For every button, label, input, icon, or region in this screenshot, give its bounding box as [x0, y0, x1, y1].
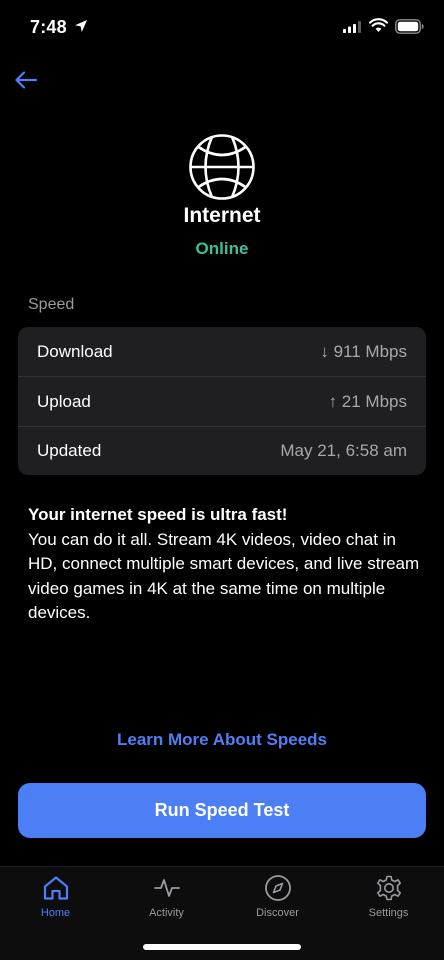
tab-label: Activity	[149, 907, 184, 919]
wifi-icon	[369, 18, 388, 32]
upload-value: ↑ 21 Mbps	[328, 391, 407, 411]
learn-more-link[interactable]: Learn More About Speeds	[0, 730, 444, 750]
upload-row: Upload ↑ 21 Mbps	[18, 377, 426, 427]
speed-message: Your internet speed is ultra fast! You c…	[28, 503, 420, 626]
tab-discover[interactable]: Discover	[222, 867, 333, 927]
cellular-signal-icon	[343, 21, 361, 33]
download-row: Download ↓ 911 Mbps	[18, 327, 426, 377]
tab-activity[interactable]: Activity	[111, 867, 222, 927]
page-title: Internet	[183, 204, 261, 227]
home-icon	[43, 876, 68, 900]
location-arrow-icon	[75, 20, 87, 32]
tab-home[interactable]: Home	[0, 867, 111, 927]
message-heading: Your internet speed is ultra fast!	[28, 505, 288, 524]
tab-settings[interactable]: Settings	[333, 867, 444, 927]
tab-label: Home	[40, 907, 71, 919]
speed-section-label: Speed	[28, 296, 75, 313]
activity-icon	[153, 879, 180, 897]
tab-label: Discover	[256, 907, 299, 919]
row-label: Updated	[37, 441, 102, 460]
row-label: Download	[37, 341, 113, 361]
run-speed-test-button[interactable]: Run Speed Test	[18, 783, 426, 838]
tab-label: Settings	[368, 907, 409, 919]
compass-icon	[264, 875, 291, 901]
battery-icon	[395, 19, 424, 34]
speed-card: Download ↓ 911 Mbps Upload ↑ 21 Mbps Upd…	[18, 327, 426, 475]
status-time: 7:48	[30, 17, 67, 37]
status-bar: 7:48	[0, 0, 444, 56]
globe-icon	[189, 134, 255, 200]
updated-value: May 21, 6:58 am	[280, 441, 407, 460]
gear-icon	[376, 875, 401, 901]
back-arrow-icon	[15, 71, 38, 89]
connection-status: Online	[195, 239, 249, 258]
home-indicator	[143, 944, 301, 950]
message-body: You can do it all. Stream 4K videos, vid…	[28, 529, 420, 623]
row-label: Upload	[37, 391, 91, 411]
back-button[interactable]	[12, 66, 40, 94]
updated-row: Updated May 21, 6:58 am	[18, 427, 426, 475]
download-value: ↓ 911 Mbps	[320, 341, 407, 361]
